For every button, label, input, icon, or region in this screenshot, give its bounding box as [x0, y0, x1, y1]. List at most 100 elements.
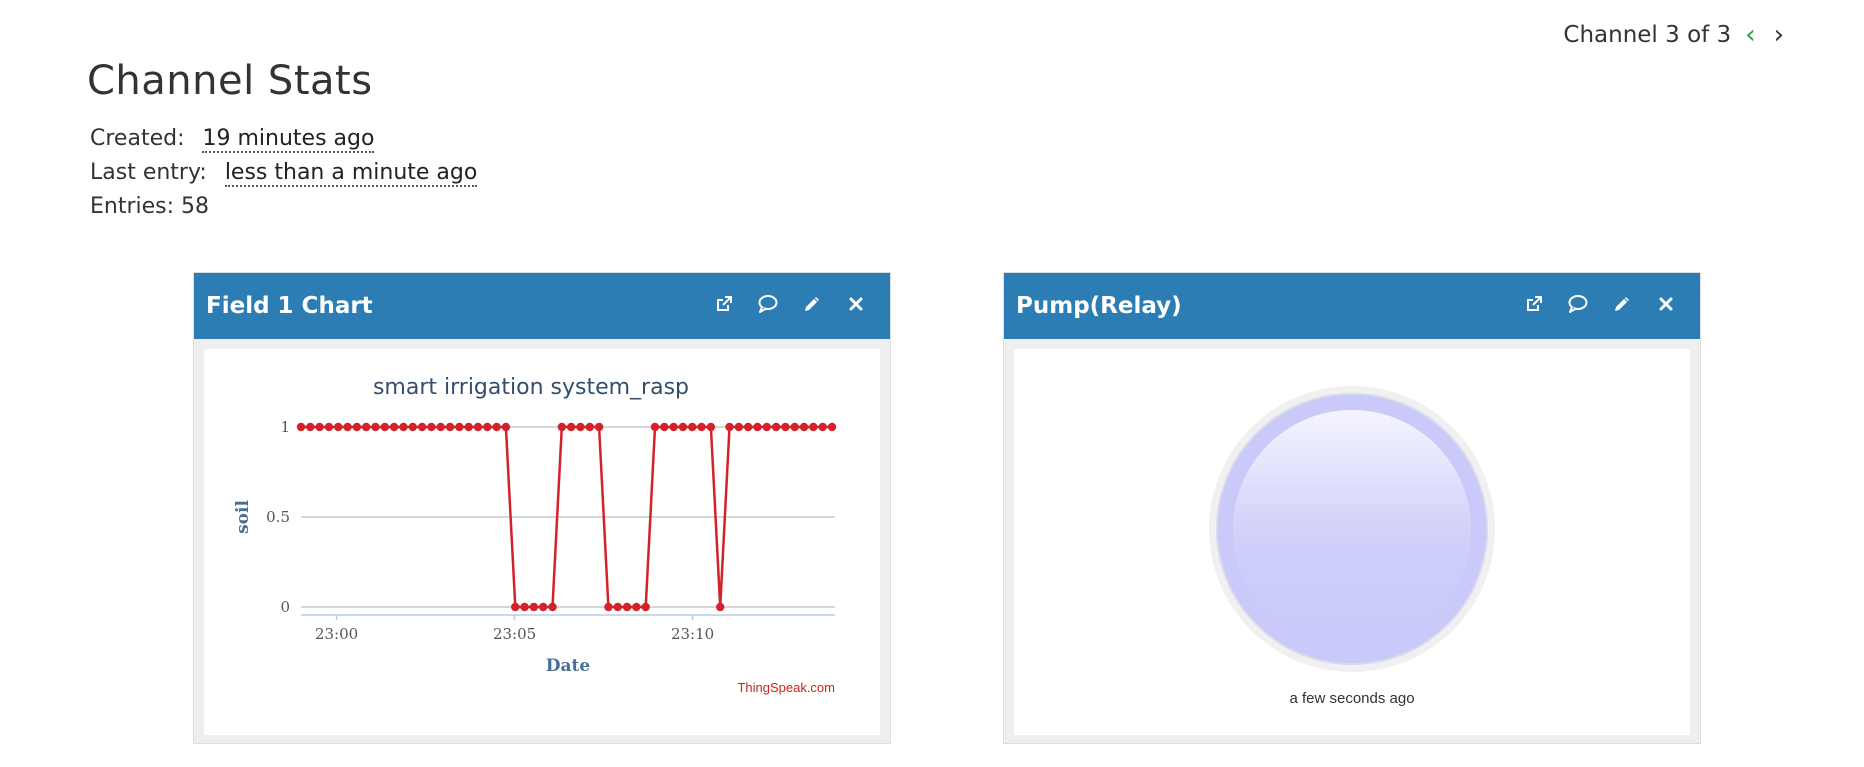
data-point — [566, 422, 576, 432]
data-point — [445, 422, 455, 432]
widget-header: Pump(Relay) — [1004, 273, 1700, 339]
data-point — [827, 422, 837, 432]
data-point — [753, 422, 762, 432]
data-point — [529, 602, 539, 612]
page-title: Channel Stats — [87, 58, 373, 104]
x-tick-label: 23:00 — [315, 625, 358, 643]
last-entry-row: Last entry: less than a minute ago — [90, 156, 478, 190]
last-entry-value: less than a minute ago — [224, 160, 478, 187]
data-point — [818, 422, 827, 432]
external-link-icon[interactable] — [702, 294, 746, 319]
entries-count: Entries: 58 — [90, 194, 210, 219]
data-point — [734, 422, 744, 432]
data-point — [380, 422, 390, 432]
y-axis-title: soil — [233, 500, 253, 534]
data-point — [362, 422, 371, 432]
pencil-icon[interactable] — [790, 294, 834, 319]
data-point — [436, 422, 445, 432]
data-point — [650, 422, 660, 432]
y-tick-label: 1 — [280, 418, 290, 436]
entries-row: Entries: 58 — [90, 190, 477, 224]
data-point — [511, 602, 520, 612]
data-point — [725, 422, 734, 432]
channel-stats: Created: 19 minutes ago Last entry: less t… — [90, 122, 478, 224]
data-point — [557, 422, 567, 432]
data-point — [762, 422, 771, 432]
field1-chart-widget: Field 1 Chart smart irrigation system_ra… — [193, 272, 891, 744]
data-point — [455, 422, 464, 432]
data-point — [548, 602, 557, 612]
x-axis-title: Date — [546, 656, 591, 676]
data-point — [771, 422, 781, 432]
data-point — [622, 602, 632, 612]
data-point — [334, 422, 343, 432]
data-point — [669, 422, 678, 432]
data-point — [352, 422, 362, 432]
data-point — [585, 422, 594, 432]
created-value: 19 minutes ago — [202, 126, 375, 153]
data-point — [296, 422, 306, 432]
comment-icon[interactable] — [746, 294, 790, 319]
widget-title: Field 1 Chart — [206, 293, 373, 319]
data-point — [539, 602, 548, 612]
lamp-container: a few seconds ago — [1014, 349, 1690, 735]
data-point — [799, 422, 809, 432]
data-point — [594, 422, 604, 432]
data-point — [473, 422, 483, 432]
chart-title: smart irrigation system_rasp — [373, 375, 689, 400]
lamp-face — [1233, 410, 1471, 648]
x-tick-label: 23:10 — [671, 625, 714, 643]
data-point — [464, 422, 473, 432]
y-tick-label: 0.5 — [266, 508, 290, 526]
data-point — [324, 422, 334, 432]
data-point — [613, 602, 622, 612]
chart-svg: smart irrigation system_rasp 0 0.5 1 23:00 23… — [233, 375, 837, 695]
y-tick-label: 0 — [280, 598, 290, 616]
chevron-right-icon[interactable]: › — [1774, 20, 1784, 50]
channel-counter: Channel 3 of 3 — [1563, 22, 1732, 48]
data-point — [520, 602, 529, 612]
data-point — [492, 422, 501, 432]
widget-title: Pump(Relay) — [1016, 293, 1182, 319]
data-point — [790, 422, 799, 432]
data-point — [706, 422, 716, 432]
chart-container: smart irrigation system_rasp 0 0.5 1 23:00 23… — [204, 349, 880, 735]
comment-icon[interactable] — [1556, 294, 1600, 319]
channel-navigator: Channel 3 of 3 ‹ › — [1563, 20, 1784, 50]
last-entry-label: Last entry: — [90, 160, 207, 185]
pencil-icon[interactable] — [1600, 294, 1644, 319]
widget-toolbar — [702, 294, 878, 319]
data-point — [641, 602, 650, 612]
data-point — [315, 422, 324, 432]
close-icon[interactable] — [834, 296, 878, 317]
external-link-icon[interactable] — [1512, 294, 1556, 319]
data-point — [632, 602, 641, 612]
data-point — [604, 602, 613, 612]
data-point — [688, 422, 697, 432]
pump-relay-widget: Pump(Relay) a few seconds ago — [1003, 272, 1701, 744]
data-point — [697, 422, 706, 432]
data-point — [576, 422, 585, 432]
data-point — [781, 422, 790, 432]
data-point — [501, 422, 511, 432]
widget-toolbar — [1512, 294, 1688, 319]
data-point — [743, 422, 753, 432]
data-point — [371, 422, 380, 432]
x-tick-label: 23:05 — [493, 625, 536, 643]
data-point — [399, 422, 408, 432]
data-point — [306, 422, 315, 432]
data-point — [809, 422, 818, 432]
data-point — [660, 422, 669, 432]
data-point — [389, 422, 399, 432]
data-point — [427, 422, 436, 432]
close-icon[interactable] — [1644, 296, 1688, 317]
pump-last-update: a few seconds ago — [1289, 690, 1415, 707]
data-point — [343, 422, 352, 432]
data-point — [678, 422, 688, 432]
chart-credit: ThingSpeak.com — [737, 680, 835, 695]
chevron-left-icon[interactable]: ‹ — [1745, 20, 1755, 50]
widget-header: Field 1 Chart — [194, 273, 890, 339]
created-row: Created: 19 minutes ago — [90, 122, 477, 156]
data-point — [716, 602, 725, 612]
data-point — [408, 422, 417, 432]
